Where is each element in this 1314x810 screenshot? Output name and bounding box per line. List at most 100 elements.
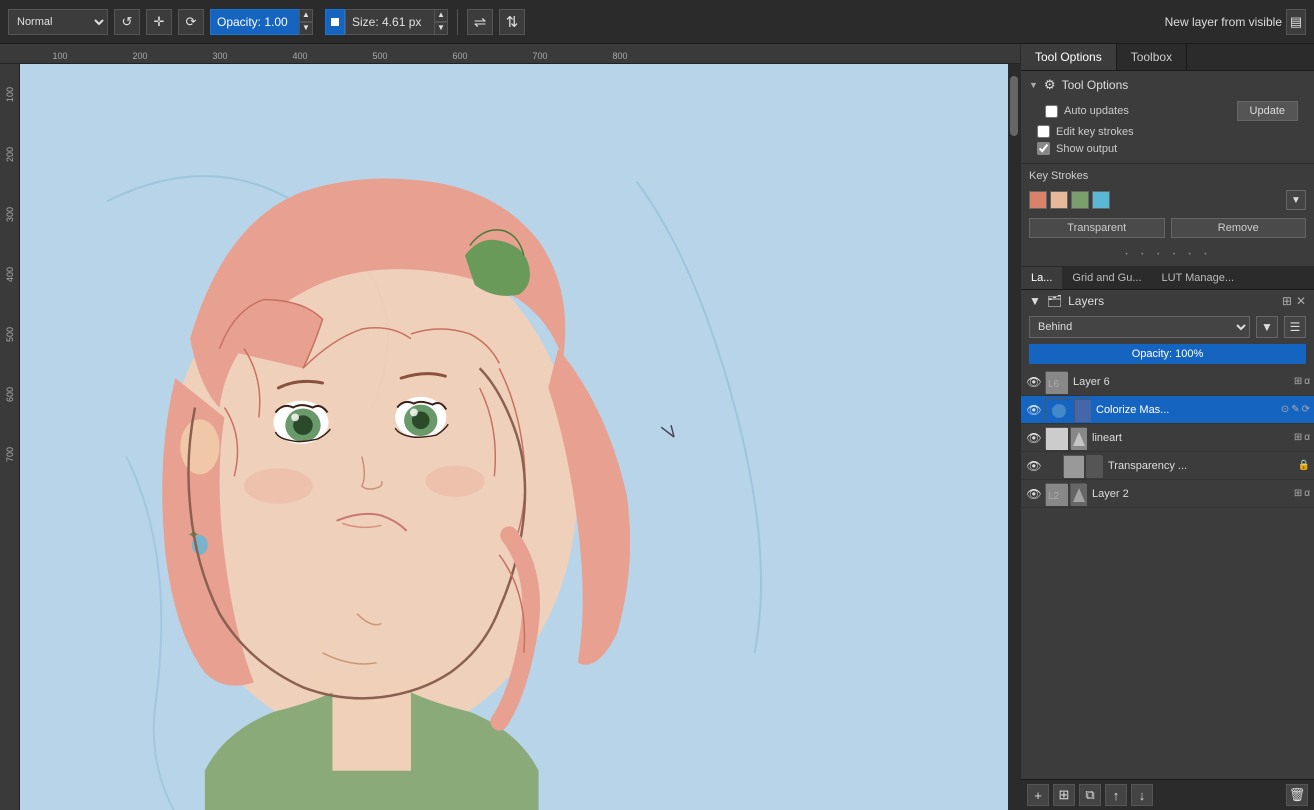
layers-title: Layers: [1068, 294, 1104, 308]
layer-thumb-layer6: L6: [1045, 371, 1067, 393]
layers-new-button[interactable]: ⊞: [1282, 294, 1292, 308]
svg-text:L6: L6: [1048, 379, 1060, 390]
layer-eye-layer6[interactable]: 👁: [1025, 373, 1043, 391]
reset-tool-button[interactable]: ↺: [114, 9, 140, 35]
duplicate-layer-button[interactable]: ⧉: [1079, 784, 1101, 806]
new-layer-from-visible-btn[interactable]: ▤: [1286, 9, 1306, 35]
brush-preview: [325, 9, 345, 35]
swatch-right-controls: ▼: [1286, 190, 1306, 210]
key-strokes-label: Key Strokes: [1021, 164, 1314, 186]
auto-updates-label: Auto updates: [1064, 105, 1129, 117]
move-layer-up-button[interactable]: ↑: [1105, 784, 1127, 806]
layers-tab-la[interactable]: La...: [1021, 267, 1062, 289]
layers-opacity-bar[interactable]: Opacity: 100%: [1029, 344, 1306, 364]
auto-updates-checkbox-row: Auto updates: [1037, 103, 1137, 120]
ruler-v-mark: 300: [5, 184, 15, 244]
opacity-display: Opacity: 1.00: [210, 9, 300, 35]
scrollbar-thumb[interactable]: [1010, 76, 1018, 136]
opacity-down[interactable]: ▼: [299, 22, 313, 35]
opacity-spinner[interactable]: ▲ ▼: [299, 9, 313, 35]
layers-bottom-toolbar: + ⊞ ⧉ ↑ ↓ 🗑: [1021, 779, 1314, 810]
tab-toolbox[interactable]: Toolbox: [1117, 44, 1187, 70]
swatch-1[interactable]: [1029, 191, 1047, 209]
tab-tool-options[interactable]: Tool Options: [1021, 44, 1117, 70]
size-spinner[interactable]: ▲ ▼: [434, 9, 448, 35]
tool-options-header[interactable]: ▼ ⚙ Tool Options: [1029, 77, 1306, 93]
layer2-alpha-icon: α: [1304, 488, 1310, 499]
layer-row-lineart[interactable]: 👁 lineart ⊞ α: [1021, 424, 1314, 452]
move-layer-down-button[interactable]: ↓: [1131, 784, 1153, 806]
ruler-h-700: 700: [500, 51, 580, 61]
layer-row-colorize[interactable]: 👁 Colorize Mas... ⊙ ✎ ⟳: [1021, 396, 1314, 424]
layers-panel-tabs: La... Grid and Gu... LUT Manage...: [1021, 267, 1314, 290]
top-toolbar: Normal Multiply Screen Behind ↺ ✛ ⟳ Opac…: [0, 0, 1314, 44]
size-display: Size: 4.61 px: [345, 9, 435, 35]
ruler-h-500: 500: [340, 51, 420, 61]
canvas-artwork[interactable]: ✦: [20, 64, 1008, 810]
layer-icons-colorize: ⊙ ✎ ⟳: [1281, 404, 1310, 415]
ruler-h-200: 200: [100, 51, 180, 61]
auto-updates-row: Auto updates Update: [1029, 99, 1306, 123]
layer-filter-button[interactable]: ▼: [1256, 316, 1278, 338]
flip-h-button[interactable]: ⇌: [467, 9, 493, 35]
transparent-button[interactable]: Transparent: [1029, 218, 1165, 238]
svg-text:L2: L2: [1048, 491, 1060, 502]
swatch-2[interactable]: [1050, 191, 1068, 209]
layers-tab-grid[interactable]: Grid and Gu...: [1062, 267, 1151, 289]
layer-thumb-layer2: L2: [1045, 483, 1067, 505]
swatch-dropdown[interactable]: ▼: [1286, 190, 1306, 210]
layer-row-layer6[interactable]: 👁 L6 Layer 6 ⊞ α: [1021, 368, 1314, 396]
layers-close-button[interactable]: ✕: [1296, 294, 1306, 308]
ruler-v-mark: 500: [5, 304, 15, 364]
opacity-row: Opacity: 100%: [1021, 342, 1314, 368]
opacity-up[interactable]: ▲: [299, 9, 313, 22]
layer-eye-colorize[interactable]: 👁: [1025, 401, 1043, 419]
ruler-h-100: 100: [20, 51, 100, 61]
size-up[interactable]: ▲: [434, 9, 448, 22]
layer-row-transparency[interactable]: 👁 Transparency ... 🔒: [1021, 452, 1314, 480]
ruler-h-400: 400: [260, 51, 340, 61]
tool-options-button[interactable]: ✛: [146, 9, 172, 35]
size-down[interactable]: ▼: [434, 22, 448, 35]
layer-row-layer2[interactable]: 👁 L2 Layer 2 ⊞ α: [1021, 480, 1314, 508]
layer-name-layer2: Layer 2: [1088, 488, 1292, 500]
vertical-scrollbar[interactable]: [1008, 64, 1020, 810]
layers-blend-mode-select[interactable]: Behind Normal Multiply: [1029, 316, 1250, 338]
layer-eye-transparency[interactable]: 👁: [1025, 457, 1043, 475]
layers-list[interactable]: 👁 L6 Layer 6 ⊞ α 👁: [1021, 368, 1314, 779]
layer-eye-lineart[interactable]: 👁: [1025, 429, 1043, 447]
colorize-icon-1: ⊙: [1281, 404, 1289, 415]
layers-tab-lut[interactable]: LUT Manage...: [1152, 267, 1245, 289]
refresh-button[interactable]: ⟳: [178, 9, 204, 35]
show-output-checkbox[interactable]: [1037, 142, 1050, 155]
remove-button[interactable]: Remove: [1171, 218, 1307, 238]
new-layer-button[interactable]: +: [1027, 784, 1049, 806]
layer-name-transparency: Transparency ...: [1104, 460, 1296, 472]
layer2-lock-icon: ⊞: [1294, 488, 1302, 499]
key-strokes-section: Key Strokes ▼ Transparent Remove: [1021, 164, 1314, 242]
right-panel-tabs: Tool Options Toolbox: [1021, 44, 1314, 71]
swatch-3[interactable]: [1071, 191, 1089, 209]
swatch-4[interactable]: [1092, 191, 1110, 209]
layer-settings-button[interactable]: ☰: [1284, 316, 1306, 338]
canvas-with-ruler: 100 200 300 400 500 600 700: [0, 64, 1020, 810]
tool-options-section: ▼ ⚙ Tool Options Auto updates Update Edi…: [1021, 71, 1314, 164]
layer-icons-transparency: 🔒: [1298, 460, 1310, 471]
update-button[interactable]: Update: [1237, 101, 1298, 121]
layer-eye-layer2[interactable]: 👁: [1025, 485, 1043, 503]
transparency-lock-icon: 🔒: [1298, 460, 1310, 471]
swatch-buttons-row: Transparent Remove: [1021, 214, 1314, 242]
edit-key-strokes-checkbox[interactable]: [1037, 125, 1050, 138]
auto-updates-checkbox[interactable]: [1045, 105, 1058, 118]
flip-v-button[interactable]: ⇅: [499, 9, 525, 35]
edit-key-strokes-label: Edit key strokes: [1056, 126, 1134, 138]
delete-layer-button[interactable]: 🗑: [1286, 784, 1308, 806]
blend-mode-dropdown[interactable]: Normal Multiply Screen Behind: [8, 9, 108, 35]
ruler-v-mark: 200: [5, 124, 15, 184]
canvas-scroll[interactable]: ✦: [20, 64, 1008, 810]
layer-name-colorize: Colorize Mas...: [1092, 404, 1279, 416]
new-group-button[interactable]: ⊞: [1053, 784, 1075, 806]
layer-icons-lineart: ⊞ α: [1294, 432, 1310, 443]
layers-controls: Behind Normal Multiply ▼ ☰: [1021, 312, 1314, 342]
ruler-v-mark: 700: [5, 424, 15, 484]
